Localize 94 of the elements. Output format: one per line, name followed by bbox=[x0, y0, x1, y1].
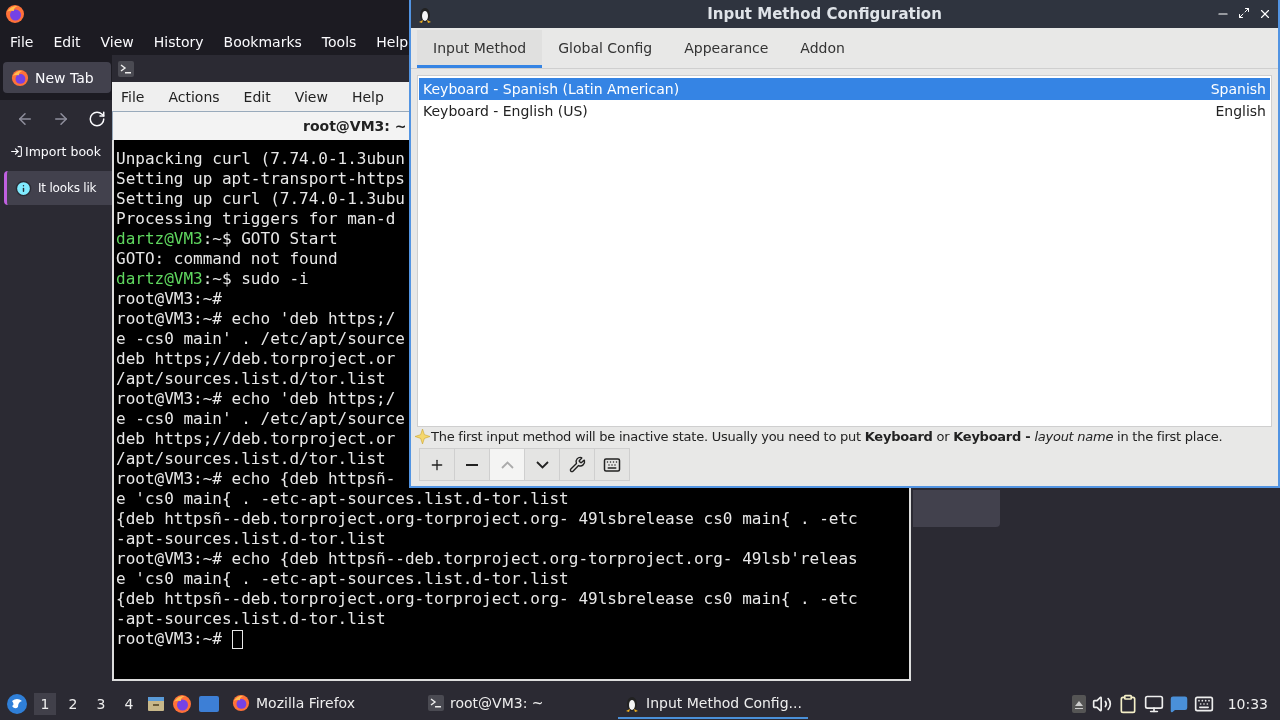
task-label: root@VM3: ~ bbox=[450, 695, 544, 711]
maximize-icon[interactable] bbox=[1238, 7, 1250, 19]
keyboard-icon bbox=[603, 455, 621, 474]
terminal-line: root@VM3:~# echo 'deb https;/ bbox=[116, 389, 396, 409]
terminal-icon bbox=[428, 695, 444, 711]
bookmark-link[interactable]: Import book bbox=[25, 143, 101, 159]
workspace-button[interactable]: 3 bbox=[90, 693, 112, 715]
firefox-icon bbox=[5, 4, 25, 24]
firefox-icon bbox=[172, 694, 192, 714]
terminal-line: e -cs0 main' . /etc/apt/source bbox=[116, 329, 405, 349]
tab-title: New Tab bbox=[35, 69, 94, 86]
terminal-line: root@VM3:~# echo 'deb https;/ bbox=[116, 309, 396, 329]
terminal-line: root@VM3:~# bbox=[116, 289, 222, 309]
wrench-icon bbox=[568, 456, 586, 473]
menu-item[interactable]: Help bbox=[351, 88, 384, 105]
terminal-line: GOTO: command not found bbox=[116, 249, 338, 269]
add-button[interactable] bbox=[419, 448, 455, 481]
file-manager-icon[interactable] bbox=[146, 694, 166, 714]
workspace-button[interactable]: 4 bbox=[118, 693, 140, 715]
terminal-line: Processing triggers for man-d bbox=[116, 209, 396, 229]
method-language: English bbox=[1215, 103, 1266, 119]
terminal-line: Setting up curl (7.74.0-1.3ubu bbox=[116, 189, 405, 209]
firefox-icon bbox=[232, 694, 250, 712]
penguin-icon bbox=[624, 694, 640, 712]
workspace-button[interactable]: 1 bbox=[34, 693, 56, 715]
menu-item[interactable]: History bbox=[153, 33, 204, 50]
workspace-button[interactable]: 2 bbox=[62, 693, 84, 715]
terminal-line: e 'cs0 main{ . -etc-apt-sources.list.d-tor.list bbox=[116, 569, 569, 589]
terminal-line: /apt/sources.list.d/tor.list bbox=[116, 369, 386, 389]
close-icon[interactable] bbox=[1258, 7, 1272, 21]
menu-item[interactable]: Actions bbox=[168, 88, 220, 105]
menu-item[interactable]: File bbox=[121, 88, 145, 105]
task-label: Mozilla Firefox bbox=[256, 695, 356, 711]
move-down-button[interactable] bbox=[524, 448, 560, 481]
prompt-user: dartz@VM3 bbox=[116, 229, 203, 249]
terminal-line: deb https;//deb.torproject.or bbox=[116, 349, 396, 369]
menu-item[interactable]: View bbox=[294, 88, 328, 105]
firefox-icon bbox=[11, 68, 29, 87]
penguin-icon bbox=[417, 5, 433, 23]
method-language: Spanish bbox=[1210, 81, 1266, 97]
hint-text: The first input method will be inactive state. Usually you need to put Keyboard or Keyboard - layout name in the first place. bbox=[431, 429, 1223, 444]
import-icon bbox=[10, 144, 23, 158]
chevron-down-icon bbox=[535, 460, 549, 469]
taskbar-task[interactable]: Mozilla Firefox bbox=[226, 689, 416, 719]
terminal-line: deb https;//deb.torproject.or bbox=[116, 429, 396, 449]
tab[interactable]: Input Method bbox=[417, 30, 543, 68]
star-icon bbox=[415, 429, 430, 444]
tab[interactable]: Addon bbox=[784, 30, 861, 68]
terminal-line: root@VM3:~# bbox=[116, 629, 223, 649]
browser-tab[interactable]: New Tab bbox=[3, 62, 111, 93]
terminal-line: {deb httpsñ--deb.torproject.org-torproject.org- 49lsbrelease cs0 main{ . -etc bbox=[116, 509, 858, 529]
menu-item[interactable]: Help bbox=[376, 33, 409, 50]
terminal-line: Unpacking curl (7.74.0-1.3ubun bbox=[116, 149, 405, 169]
terminal-line: /apt/sources.list.d/tor.list bbox=[116, 449, 386, 469]
menu-item[interactable]: Bookmarks bbox=[223, 33, 302, 50]
terminal-icon bbox=[118, 60, 134, 77]
notification-text: It looks lik bbox=[38, 181, 97, 195]
clock: 10:33 bbox=[1227, 696, 1268, 712]
terminal-line: :~$ GOTO Start bbox=[202, 229, 338, 249]
terminal-line: Setting up apt-transport-https bbox=[116, 169, 405, 189]
window-title: Input Method Configuration bbox=[706, 5, 943, 23]
minus-icon bbox=[466, 463, 478, 466]
task-label: Input Method Config... bbox=[646, 695, 802, 711]
volume-icon[interactable] bbox=[1091, 694, 1112, 714]
info-icon bbox=[15, 179, 32, 197]
method-name: Keyboard - English (US) bbox=[423, 103, 588, 119]
terminal-line: {deb httpsñ--deb.torproject.org-torproject.org- 49lsbrelease cs0 main{ . -etc bbox=[116, 589, 858, 609]
chevron-up-icon bbox=[500, 460, 514, 469]
terminal-line: -apt-sources.list.d-tor.list bbox=[116, 609, 386, 629]
terminal-line: root@VM3:~# echo {deb httpsñ--deb.torproject.org-torproject.org- 49lsb'releas bbox=[116, 549, 858, 569]
terminal-line: -apt-sources.list.d-tor.list bbox=[116, 529, 386, 549]
taskbar-task[interactable]: Input Method Config... bbox=[618, 689, 808, 719]
menu-item[interactable]: View bbox=[100, 33, 134, 50]
menu-item[interactable]: Edit bbox=[243, 88, 271, 105]
configure-button[interactable] bbox=[559, 448, 595, 481]
menu-item[interactable]: Tools bbox=[321, 33, 357, 50]
list-row[interactable]: Keyboard - Spanish (Latin American) Spanish bbox=[419, 78, 1270, 100]
menu-item[interactable]: File bbox=[10, 33, 34, 50]
terminal-line: root@VM3:~# echo {deb httpsñ- bbox=[116, 469, 396, 489]
desktop-icon[interactable] bbox=[198, 695, 220, 713]
menu-item[interactable]: Edit bbox=[53, 33, 81, 50]
terminal-line: :~$ sudo -i bbox=[202, 269, 309, 289]
start-menu-icon[interactable] bbox=[6, 693, 28, 715]
reload-icon[interactable] bbox=[88, 109, 106, 128]
terminal-line: e 'cs0 main{ . -etc-apt-sources.list.d-tor.list bbox=[116, 489, 569, 509]
prompt-user: dartz@VM3 bbox=[116, 269, 203, 289]
keyboard-layout-button[interactable] bbox=[594, 448, 630, 481]
tab[interactable]: Global Config bbox=[542, 30, 669, 68]
keyboard-icon[interactable] bbox=[1193, 694, 1214, 714]
taskbar-task[interactable]: root@VM3: ~ bbox=[422, 689, 612, 719]
method-name: Keyboard - Spanish (Latin American) bbox=[423, 81, 680, 97]
notification-icon[interactable] bbox=[1169, 695, 1188, 713]
terminal-line: e -cs0 main' . /etc/apt/source bbox=[116, 409, 405, 429]
tab[interactable]: Appearance bbox=[668, 30, 785, 68]
